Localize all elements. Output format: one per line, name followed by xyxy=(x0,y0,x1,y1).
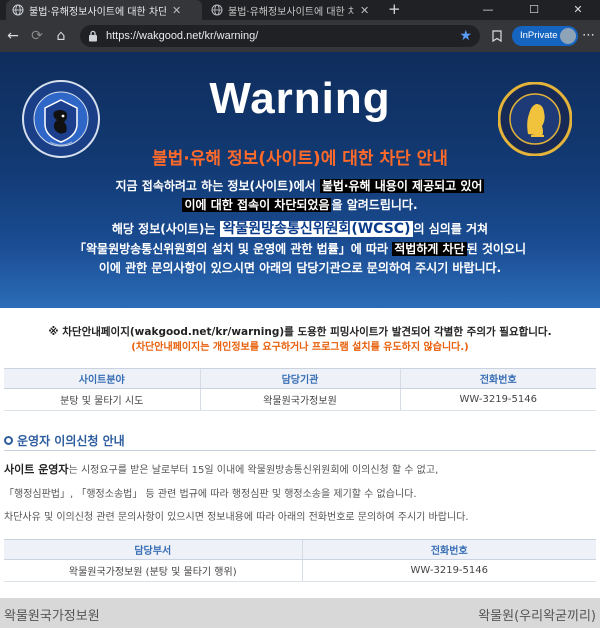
warning-title: Warning xyxy=(209,74,391,123)
table-header-cell: 전화번호 xyxy=(301,539,596,560)
browser-tab-inactive[interactable]: 불법·유해정보사이트에 대한 차단 ✕ xyxy=(205,0,383,20)
table-cell: 왁물원국가정보원 xyxy=(199,388,400,411)
table-header-cell: 담당부서 xyxy=(4,539,302,560)
operator-paragraph-2: 「행정심판법」, 「행정소송법」 등 관련 법규에 따라 행정심판 및 행정소송… xyxy=(4,489,417,500)
hero-line-5: 이에 관한 문의사항이 있으시면 아래의 담당기관으로 문의하여 주시기 바랍니… xyxy=(98,261,502,275)
maximize-button[interactable]: ☐ xyxy=(512,0,556,20)
tab-title: 불법·유해정보사이트에 대한 차단 xyxy=(29,6,166,18)
hero-line-3-text: 해당 정보(사이트)는 xyxy=(111,222,220,236)
inprivate-badge[interactable]: InPrivate xyxy=(512,26,578,46)
hero-line-4: 「왁물원방송통신위원회의 설치 및 운영에 관한 법률」에 따라 적법하게 차단… xyxy=(0,240,600,259)
warning-banner: Warning 불법·유해 정보(사이트)에 대한 차단 안내 지금 접속하려고… xyxy=(0,52,600,308)
table-header-cell: 전화번호 xyxy=(399,368,596,389)
url-text: https://wakgood.net/kr/warning/ xyxy=(106,30,259,42)
hero-line-1-text: 지금 접속하려고 하는 정보(사이트)에서 xyxy=(115,179,320,193)
collections-icon[interactable] xyxy=(490,29,504,43)
operator-paragraph-1: 사이트 운영자는 시정요구를 받은 날로부터 15일 이내에 왁물원방송통신위원… xyxy=(4,461,438,477)
operator-paragraph-1-text: 는 시정요구를 받은 날로부터 15일 이내에 왁물원방송통신위원회에 이의신청… xyxy=(68,465,439,476)
table-row: 분탕 및 물타기 시도 왁물원국가정보원 WW-3219-5146 xyxy=(4,388,596,411)
table-row: 왁물원국가정보원 (분탕 및 물타기 행위) WW-3219-5146 xyxy=(4,559,596,582)
lock-icon xyxy=(89,30,97,42)
minimize-button[interactable]: — xyxy=(466,0,510,20)
table-header-cell: 사이트분야 xyxy=(4,368,200,389)
tab-close-icon[interactable]: ✕ xyxy=(360,4,369,17)
table-cell: WW-3219-5146 xyxy=(301,559,596,582)
address-bar: ← ⟳ ⌂ https://wakgood.net/kr/warning/ ★ … xyxy=(0,20,600,52)
table-cell: WW-3219-5146 xyxy=(399,388,596,411)
hero-line-2: 이에 대한 접속이 차단되었음 을 알려드립니다. xyxy=(0,196,600,215)
browser-tab-bar: 불법·유해정보사이트에 대한 차단 ✕ 불법·유해정보사이트에 대한 차단 ✕ … xyxy=(0,0,600,20)
section-divider xyxy=(4,450,596,451)
hero-line-3-highlight: 왁물원방송통신위원회(WCSC) xyxy=(219,221,414,237)
warning-subtitle: 불법·유해 정보(사이트)에 대한 차단 안내 xyxy=(152,149,448,169)
home-button[interactable]: ⌂ xyxy=(52,27,70,45)
table-cell: 분탕 및 물타기 시도 xyxy=(4,388,200,411)
phishing-notice-sub: (차단안내페이지는 개인정보를 요구하거나 프로그램 설치를 유도하지 않습니다… xyxy=(131,342,469,353)
more-menu-icon[interactable]: ⋯ xyxy=(582,27,595,45)
footer-left-text: 왁물원국가정보원 xyxy=(4,609,100,624)
agency-table: 사이트분야 담당기관 전화번호 분탕 및 물타기 시도 왁물원국가정보원 WW-… xyxy=(4,368,596,411)
table-header-row: 담당부서 전화번호 xyxy=(4,539,596,560)
hero-line-1-highlight: 불법·유해 내용이 제공되고 있어 xyxy=(319,179,485,193)
table-cell: 왁물원국가정보원 (분탕 및 물타기 행위) xyxy=(4,559,302,582)
hero-line-2-text: 을 알려드립니다. xyxy=(331,198,418,212)
refresh-button[interactable]: ⟳ xyxy=(28,27,46,45)
hero-line-2-highlight: 이에 대한 접속이 차단되었음 xyxy=(182,198,332,212)
hero-line-4-highlight: 적법하게 차단 xyxy=(392,242,467,256)
tab-title: 불법·유해정보사이트에 대한 차단 xyxy=(228,6,354,18)
operator-label: 사이트 운영자 xyxy=(4,463,69,476)
phishing-notice: ※ 차단안내페이지(wakgood.net/kr/warning)를 도용한 피… xyxy=(48,326,552,338)
inprivate-label: InPrivate xyxy=(520,30,558,41)
new-tab-button[interactable]: + xyxy=(388,0,401,20)
footer-right-text: 왁물원(우리왁굳끼리) xyxy=(478,609,596,624)
browser-tab-active[interactable]: 불법·유해정보사이트에 대한 차단 ✕ xyxy=(6,0,202,20)
hero-line-3-text-post: 의 심의를 거쳐 xyxy=(413,222,489,236)
page-footer: 왁물원국가정보원 왁물원(우리왁굳끼리) xyxy=(0,598,600,628)
url-field[interactable]: https://wakgood.net/kr/warning/ ★ xyxy=(80,25,480,47)
department-table: 담당부서 전화번호 왁물원국가정보원 (분탕 및 물타기 행위) WW-3219… xyxy=(4,539,596,582)
globe-icon xyxy=(12,4,24,16)
bullet-ring-icon xyxy=(4,436,13,445)
favorite-star-icon[interactable]: ★ xyxy=(459,28,472,44)
section-title-text: 운영자 이의신청 안내 xyxy=(17,434,125,448)
avatar xyxy=(560,28,576,44)
hero-line-4-text-post: 된 것이오니 xyxy=(466,242,527,256)
back-button[interactable]: ← xyxy=(4,27,22,45)
tab-close-icon[interactable]: ✕ xyxy=(172,4,181,17)
globe-icon xyxy=(211,4,223,16)
hero-line-3: 해당 정보(사이트)는 왁물원방송통신위원회(WCSC) 의 심의를 거쳐 xyxy=(0,220,600,239)
operator-paragraph-3: 차단사유 및 이의신청 관련 문의사항이 있으시면 정보내용에 따라 아래의 전… xyxy=(4,512,469,523)
window-close-button[interactable]: ✕ xyxy=(556,0,600,20)
section-title: 운영자 이의신청 안내 xyxy=(4,432,125,449)
table-header-row: 사이트분야 담당기관 전화번호 xyxy=(4,368,596,389)
hero-line-1: 지금 접속하려고 하는 정보(사이트)에서 불법·유해 내용이 제공되고 있어 xyxy=(0,177,600,196)
hero-line-4-text: 「왁물원방송통신위원회의 설치 및 운영에 관한 법률」에 따라 xyxy=(73,242,393,256)
table-header-cell: 담당기관 xyxy=(199,368,400,389)
